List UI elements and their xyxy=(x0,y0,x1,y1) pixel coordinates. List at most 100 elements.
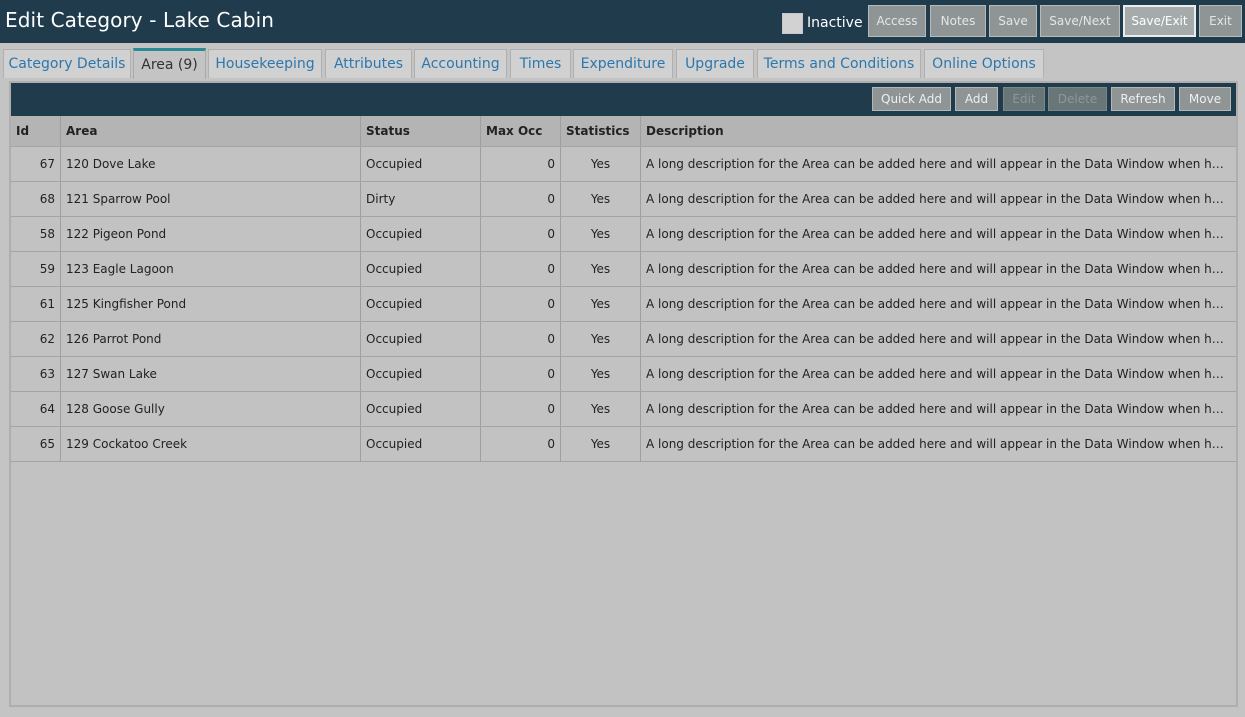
cell-max-occ: 0 xyxy=(481,217,561,251)
table-row[interactable]: 61 125 Kingfisher Pond Occupied 0 Yes A long … xyxy=(11,287,1236,322)
cell-max-occ: 0 xyxy=(481,427,561,461)
cell-description: A long description for the Area can be a… xyxy=(641,147,1236,181)
tab-housekeeping[interactable]: Housekeeping xyxy=(208,49,322,78)
move-button[interactable]: Move xyxy=(1179,87,1231,111)
cell-max-occ: 0 xyxy=(481,147,561,181)
column-header-statistics[interactable]: Statistics xyxy=(561,116,641,146)
tab-upgrade[interactable]: Upgrade xyxy=(676,49,754,78)
area-panel: Quick Add Add Edit Delete Refresh Move I… xyxy=(9,81,1238,707)
tab-times[interactable]: Times xyxy=(510,49,571,78)
table-row[interactable]: 58 122 Pigeon Pond Occupied 0 Yes A long desc… xyxy=(11,217,1236,252)
table-row[interactable]: 68 121 Sparrow Pool Dirty 0 Yes A long descri… xyxy=(11,182,1236,217)
tab-bar: Category Details Area (9) Housekeeping A… xyxy=(0,43,1245,79)
cell-description: A long description for the Area can be a… xyxy=(641,287,1236,321)
tab-attributes[interactable]: Attributes xyxy=(325,49,412,78)
exit-button[interactable]: Exit xyxy=(1199,5,1242,37)
inactive-toggle[interactable]: Inactive xyxy=(782,12,863,34)
table-row[interactable]: 59 123 Eagle Lagoon Occupied 0 Yes A long des… xyxy=(11,252,1236,287)
cell-status: Occupied xyxy=(361,427,481,461)
save-button[interactable]: Save xyxy=(989,5,1037,37)
cell-status: Occupied xyxy=(361,287,481,321)
cell-id: 62 xyxy=(11,322,61,356)
cell-max-occ: 0 xyxy=(481,252,561,286)
delete-button[interactable]: Delete xyxy=(1048,87,1107,111)
cell-status: Occupied xyxy=(361,357,481,391)
cell-id: 59 xyxy=(11,252,61,286)
cell-id: 65 xyxy=(11,427,61,461)
cell-status: Occupied xyxy=(361,217,481,251)
table-row[interactable]: 62 126 Parrot Pond Occupied 0 Yes A long desc… xyxy=(11,322,1236,357)
cell-id: 68 xyxy=(11,182,61,216)
cell-max-occ: 0 xyxy=(481,357,561,391)
table-row[interactable]: 67 120 Dove Lake Occupied 0 Yes A long descri… xyxy=(11,147,1236,182)
cell-description: A long description for the Area can be a… xyxy=(641,322,1236,356)
table-row[interactable]: 65 129 Cockatoo Creek Occupied 0 Yes A long d… xyxy=(11,427,1236,462)
cell-area: 126 Parrot Pond xyxy=(61,322,361,356)
edit-button[interactable]: Edit xyxy=(1003,87,1045,111)
cell-area: 128 Goose Gully xyxy=(61,392,361,426)
cell-id: 58 xyxy=(11,217,61,251)
tab-area[interactable]: Area (9) xyxy=(133,48,206,79)
cell-max-occ: 0 xyxy=(481,182,561,216)
column-header-id[interactable]: Id xyxy=(11,116,61,146)
column-header-status[interactable]: Status xyxy=(361,116,481,146)
cell-statistics: Yes xyxy=(561,217,641,251)
cell-area: 120 Dove Lake xyxy=(61,147,361,181)
edit-category-window: Edit Category - Lake Cabin Inactive Acce… xyxy=(0,0,1245,717)
cell-statistics: Yes xyxy=(561,147,641,181)
description-text: A long description for the Area can be a… xyxy=(646,332,1226,346)
cell-description: A long description for the Area can be a… xyxy=(641,357,1236,391)
cell-statistics: Yes xyxy=(561,322,641,356)
description-text: A long description for the Area can be a… xyxy=(646,437,1226,451)
cell-status: Occupied xyxy=(361,252,481,286)
grid-toolbar: Quick Add Add Edit Delete Refresh Move xyxy=(11,83,1236,116)
cell-status: Occupied xyxy=(361,322,481,356)
notes-button[interactable]: Notes xyxy=(930,5,986,37)
cell-description: A long description for the Area can be a… xyxy=(641,182,1236,216)
tab-terms-and-conditions[interactable]: Terms and Conditions xyxy=(757,49,921,78)
cell-statistics: Yes xyxy=(561,252,641,286)
cell-statistics: Yes xyxy=(561,392,641,426)
cell-statistics: Yes xyxy=(561,357,641,391)
cell-id: 64 xyxy=(11,392,61,426)
cell-status: Occupied xyxy=(361,147,481,181)
cell-area: 127 Swan Lake xyxy=(61,357,361,391)
column-header-area[interactable]: Area xyxy=(61,116,361,146)
cell-description: A long description for the Area can be a… xyxy=(641,217,1236,251)
cell-area: 123 Eagle Lagoon xyxy=(61,252,361,286)
tab-category-details[interactable]: Category Details xyxy=(3,49,131,78)
description-text: A long description for the Area can be a… xyxy=(646,297,1226,311)
inactive-label: Inactive xyxy=(807,15,863,31)
tab-expenditure[interactable]: Expenditure xyxy=(573,49,673,78)
cell-description: A long description for the Area can be a… xyxy=(641,427,1236,461)
page-title: Edit Category - Lake Cabin xyxy=(5,8,275,32)
add-button[interactable]: Add xyxy=(955,87,998,111)
column-header-description[interactable]: Description xyxy=(641,116,1236,146)
refresh-button[interactable]: Refresh xyxy=(1111,87,1175,111)
column-header-max-occ[interactable]: Max Occ xyxy=(481,116,561,146)
inactive-checkbox[interactable] xyxy=(782,12,803,34)
cell-max-occ: 0 xyxy=(481,287,561,321)
cell-area: 125 Kingfisher Pond xyxy=(61,287,361,321)
table-row[interactable]: 64 128 Goose Gully Occupied 0 Yes A long desc… xyxy=(11,392,1236,427)
cell-area: 121 Sparrow Pool xyxy=(61,182,361,216)
quick-add-button[interactable]: Quick Add xyxy=(872,87,951,111)
table-header: Id Area Status Max Occ Statistics Descri… xyxy=(11,116,1236,147)
access-button[interactable]: Access xyxy=(868,5,926,37)
save-exit-button[interactable]: Save/Exit xyxy=(1123,5,1196,37)
description-text: A long description for the Area can be a… xyxy=(646,262,1226,276)
description-text: A long description for the Area can be a… xyxy=(646,157,1226,171)
cell-status: Dirty xyxy=(361,182,481,216)
table-row[interactable]: 63 127 Swan Lake Occupied 0 Yes A long descri… xyxy=(11,357,1236,392)
description-text: A long description for the Area can be a… xyxy=(646,367,1226,381)
description-text: A long description for the Area can be a… xyxy=(646,227,1226,241)
tab-accounting[interactable]: Accounting xyxy=(414,49,507,78)
cell-description: A long description for the Area can be a… xyxy=(641,392,1236,426)
cell-id: 63 xyxy=(11,357,61,391)
cell-id: 67 xyxy=(11,147,61,181)
cell-statistics: Yes xyxy=(561,182,641,216)
cell-area: 129 Cockatoo Creek xyxy=(61,427,361,461)
cell-max-occ: 0 xyxy=(481,392,561,426)
save-next-button[interactable]: Save/Next xyxy=(1040,5,1120,37)
tab-online-options[interactable]: Online Options xyxy=(924,49,1044,78)
